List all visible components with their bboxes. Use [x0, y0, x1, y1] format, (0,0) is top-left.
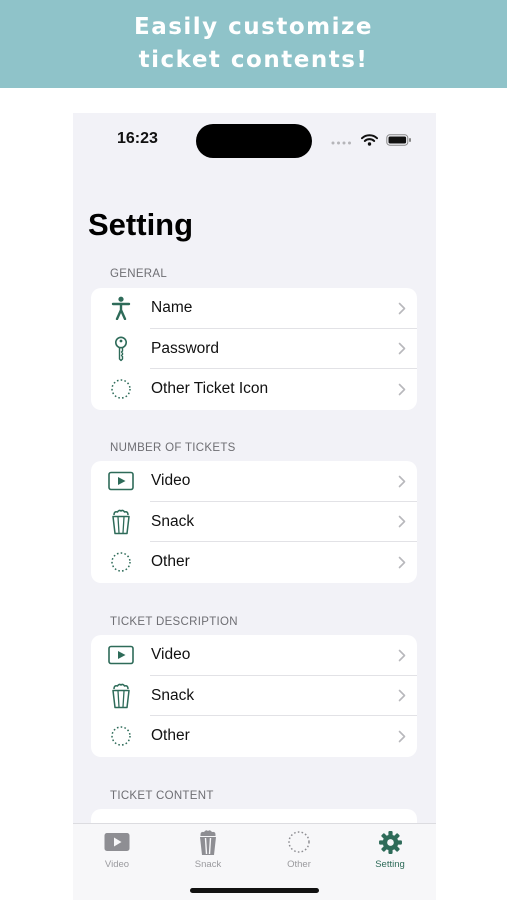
- play-icon: [91, 461, 151, 501]
- tab-label: Other: [287, 859, 311, 870]
- dotted-circle-icon: [287, 828, 311, 856]
- chevron-right-icon: [387, 556, 417, 569]
- home-indicator[interactable]: [190, 888, 319, 893]
- chevron-right-icon: [387, 649, 417, 662]
- row-label: Video: [151, 646, 191, 664]
- chevron-right-icon: [387, 342, 417, 355]
- row-label: Snack: [151, 512, 195, 530]
- row-other[interactable]: Other: [91, 716, 417, 757]
- phone-screen: 16:23 Setting GENERAL Name Password Othe…: [73, 113, 436, 900]
- section-header-number-of-tickets: NUMBER OF TICKETS: [110, 442, 236, 454]
- play-icon: [91, 635, 151, 675]
- chevron-right-icon: [387, 515, 417, 528]
- section-header-general: GENERAL: [110, 268, 168, 280]
- promo-banner: Easily customize ticket contents!: [0, 0, 507, 88]
- chevron-right-icon: [387, 302, 417, 315]
- status-time: 16:23: [117, 130, 158, 147]
- banner-line-2: ticket contents!: [138, 47, 369, 73]
- row-label: Other: [151, 553, 190, 571]
- group-general: Name Password Other Ticket Icon: [91, 288, 417, 410]
- dynamic-island: [196, 124, 312, 158]
- banner-line-1: Easily customize: [133, 14, 374, 40]
- row-label: Video: [151, 472, 191, 490]
- row-snack[interactable]: Snack: [91, 676, 417, 717]
- popcorn-icon: [91, 502, 151, 542]
- row-name[interactable]: Name: [91, 288, 417, 329]
- row-snack[interactable]: Snack: [91, 502, 417, 543]
- status-bar: 16:23: [73, 113, 436, 169]
- cellular-dots-icon: [331, 133, 353, 151]
- chevron-right-icon: [387, 730, 417, 743]
- row-label: Other Ticket Icon: [151, 380, 269, 398]
- tab-label: Video: [104, 859, 130, 870]
- tab-setting[interactable]: Setting: [360, 828, 420, 872]
- row-other-ticket-icon[interactable]: Other Ticket Icon: [91, 369, 417, 410]
- popcorn-icon: [197, 828, 219, 856]
- row-label: Snack: [151, 686, 195, 704]
- play-icon: [104, 828, 130, 856]
- row-other[interactable]: Other: [91, 542, 417, 583]
- row-video[interactable]: Video: [91, 461, 417, 502]
- group-number-of-tickets: Video Snack Other: [91, 461, 417, 583]
- tab-other[interactable]: Other: [269, 828, 329, 872]
- person-icon: [91, 288, 151, 328]
- row-video[interactable]: Video: [91, 635, 417, 676]
- status-icons: [331, 133, 412, 151]
- tab-bar: Video Snack Other Setting: [73, 823, 436, 900]
- tab-snack[interactable]: Snack: [178, 828, 238, 872]
- tab-video[interactable]: Video: [87, 828, 147, 872]
- row-label: Password: [151, 339, 220, 357]
- row-label: Other: [151, 727, 190, 745]
- page-title: Setting: [88, 207, 194, 242]
- section-header-ticket-content: TICKET CONTENT: [110, 790, 214, 802]
- chevron-right-icon: [387, 475, 417, 488]
- chevron-right-icon: [387, 689, 417, 702]
- key-icon: [91, 329, 151, 369]
- group-ticket-description: Video Snack Other: [91, 635, 417, 757]
- popcorn-icon: [91, 676, 151, 716]
- row-label: Name: [151, 299, 193, 317]
- section-header-ticket-description: TICKET DESCRIPTION: [110, 616, 238, 628]
- tab-label: Snack: [194, 859, 222, 870]
- dotted-circle-icon: [91, 542, 151, 582]
- wifi-icon: [361, 133, 378, 151]
- battery-icon: [386, 133, 412, 151]
- row-password[interactable]: Password: [91, 329, 417, 370]
- gear-icon: [378, 828, 403, 856]
- dotted-circle-icon: [91, 716, 151, 756]
- tab-label: Setting: [375, 859, 405, 870]
- dotted-circle-icon: [91, 369, 151, 409]
- chevron-right-icon: [387, 383, 417, 396]
